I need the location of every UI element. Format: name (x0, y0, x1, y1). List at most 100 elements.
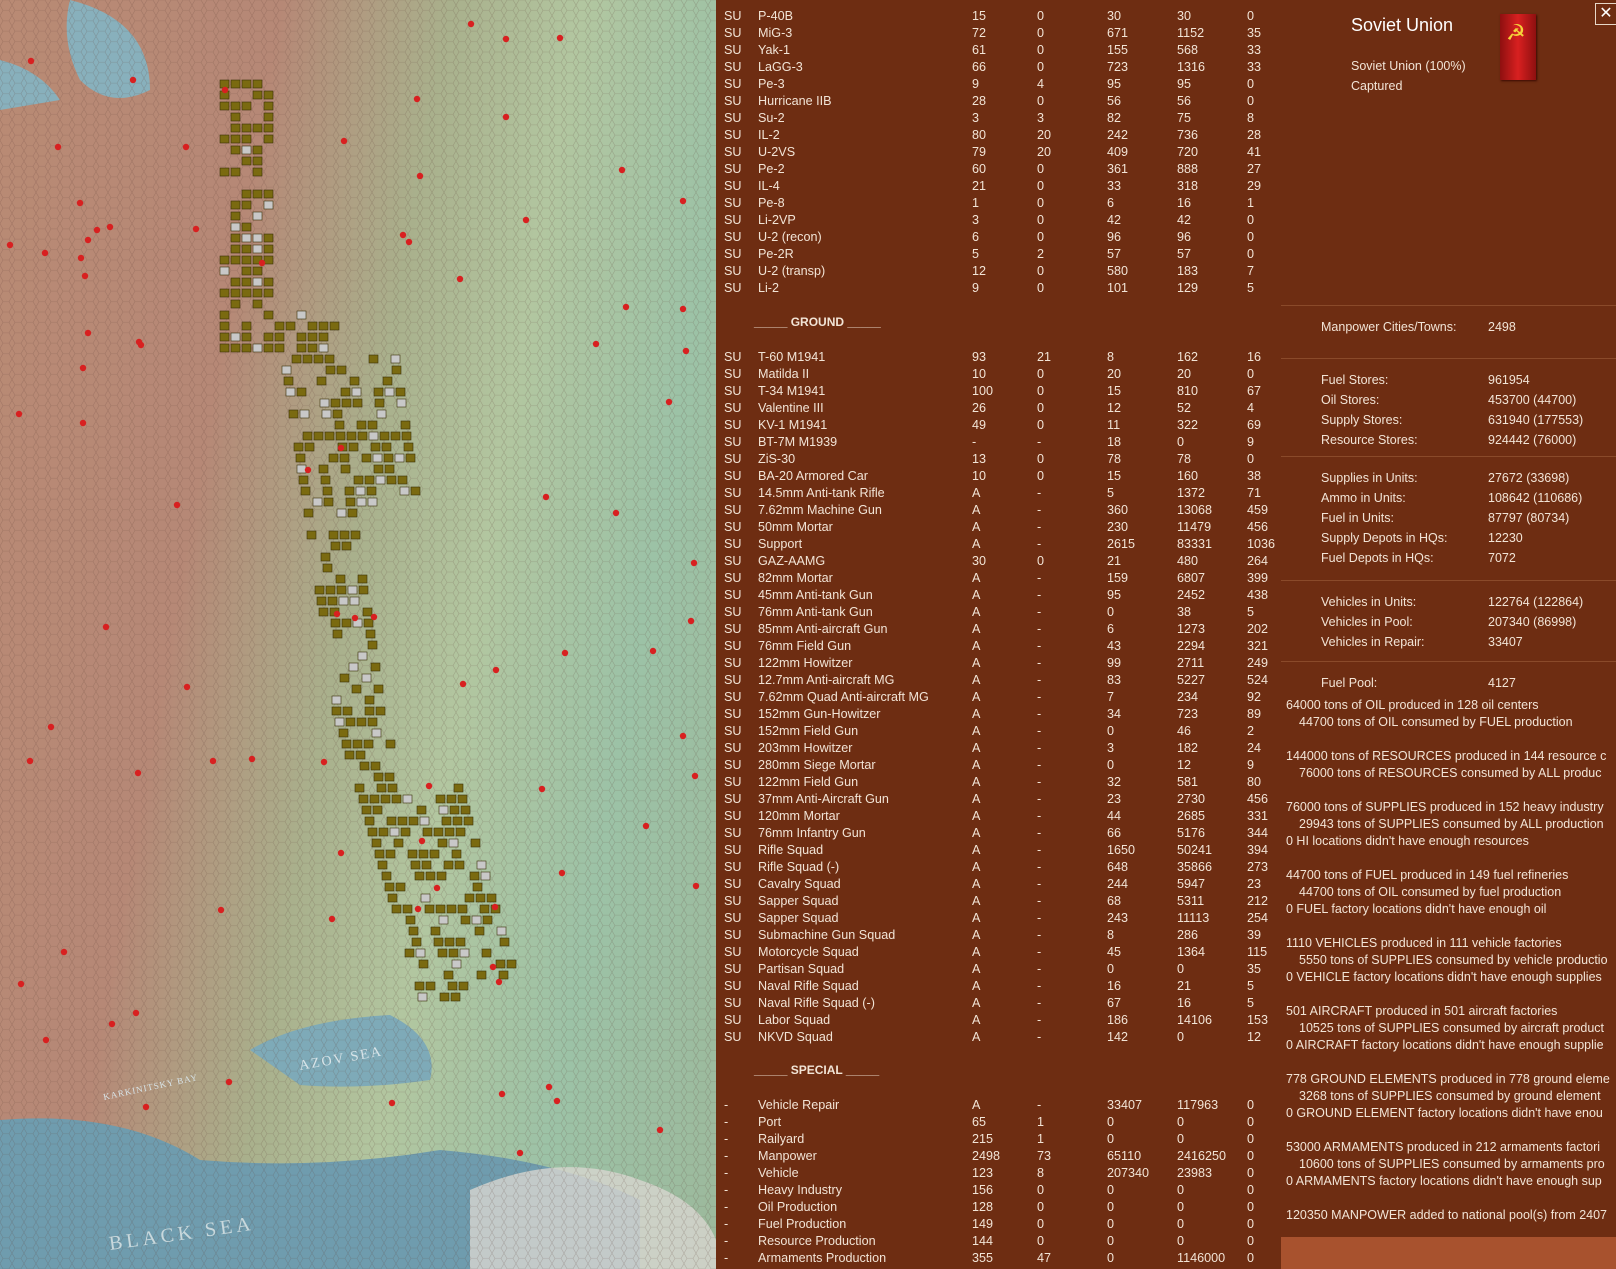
city-marker[interactable] (542, 493, 550, 501)
unit-counter[interactable] (367, 640, 378, 650)
unit-counter[interactable] (381, 871, 392, 881)
city-marker[interactable] (682, 347, 690, 355)
unit-counter[interactable] (376, 409, 387, 419)
city-marker[interactable] (556, 34, 564, 42)
unit-counter[interactable] (230, 145, 241, 155)
unit-counter[interactable] (387, 783, 398, 793)
unit-counter[interactable] (219, 343, 230, 353)
unit-counter[interactable] (469, 871, 480, 881)
unit-counter[interactable] (368, 354, 379, 364)
unit-counter[interactable] (395, 882, 406, 892)
unit-counter[interactable] (417, 992, 428, 1002)
unit-counter[interactable] (405, 453, 416, 463)
city-marker[interactable] (692, 882, 700, 890)
city-marker[interactable] (489, 963, 497, 971)
unit-counter[interactable] (219, 321, 230, 331)
unit-counter[interactable] (396, 398, 407, 408)
unit-counter[interactable] (433, 937, 444, 947)
unit-counter[interactable] (449, 805, 460, 815)
unit-counter[interactable] (285, 321, 296, 331)
unit-counter[interactable] (340, 464, 351, 474)
unit-counter[interactable] (439, 992, 450, 1002)
unit-counter[interactable] (407, 849, 418, 859)
unit-counter[interactable] (241, 222, 252, 232)
unit-counter[interactable] (387, 893, 398, 903)
city-marker[interactable] (425, 782, 433, 790)
unit-counter[interactable] (463, 816, 474, 826)
city-marker[interactable] (142, 1103, 150, 1111)
unit-counter[interactable] (358, 585, 369, 595)
unit-counter[interactable] (384, 387, 395, 397)
city-marker[interactable] (129, 76, 137, 84)
unit-counter[interactable] (263, 233, 274, 243)
unit-counter[interactable] (435, 794, 446, 804)
unit-counter[interactable] (476, 860, 487, 870)
unit-counter[interactable] (425, 871, 436, 881)
city-marker[interactable] (304, 466, 312, 474)
unit-counter[interactable] (346, 431, 357, 441)
unit-counter[interactable] (348, 662, 359, 672)
unit-counter[interactable] (450, 992, 461, 1002)
unit-counter[interactable] (401, 431, 412, 441)
unit-counter[interactable] (460, 805, 471, 815)
unit-counter[interactable] (458, 981, 469, 991)
unit-counter[interactable] (328, 530, 339, 540)
city-marker[interactable] (108, 1020, 116, 1028)
unit-counter[interactable] (377, 860, 388, 870)
city-marker[interactable] (79, 364, 87, 372)
unit-counter[interactable] (252, 288, 263, 298)
unit-counter[interactable] (263, 189, 274, 199)
city-marker[interactable] (76, 199, 84, 207)
unit-counter[interactable] (368, 431, 379, 441)
unit-counter[interactable] (241, 343, 252, 353)
unit-counter[interactable] (430, 926, 441, 936)
unit-counter[interactable] (330, 541, 341, 551)
city-marker[interactable] (405, 238, 413, 246)
unit-counter[interactable] (293, 442, 304, 452)
city-marker[interactable] (217, 906, 225, 914)
unit-counter[interactable] (422, 827, 433, 837)
unit-counter[interactable] (414, 981, 425, 991)
unit-counter[interactable] (363, 618, 374, 628)
unit-counter[interactable] (230, 112, 241, 122)
unit-counter[interactable] (371, 728, 382, 738)
unit-counter[interactable] (339, 453, 350, 463)
city-marker[interactable] (492, 666, 500, 674)
unit-counter[interactable] (420, 893, 431, 903)
city-marker[interactable] (522, 216, 530, 224)
city-marker[interactable] (209, 757, 217, 765)
unit-counter[interactable] (384, 882, 395, 892)
unit-counter[interactable] (366, 486, 377, 496)
city-marker[interactable] (27, 57, 35, 65)
unit-counter[interactable] (359, 761, 370, 771)
unit-counter[interactable] (241, 123, 252, 133)
city-marker[interactable] (433, 884, 441, 892)
unit-counter[interactable] (347, 508, 358, 518)
unit-counter[interactable] (384, 772, 395, 782)
unit-counter[interactable] (448, 948, 459, 958)
unit-counter[interactable] (397, 816, 408, 826)
unit-counter[interactable] (241, 134, 252, 144)
unit-counter[interactable] (356, 497, 367, 507)
unit-counter[interactable] (307, 343, 318, 353)
unit-counter[interactable] (299, 409, 310, 419)
unit-counter[interactable] (355, 486, 366, 496)
city-marker[interactable] (538, 785, 546, 793)
unit-counter[interactable] (372, 453, 383, 463)
unit-counter[interactable] (320, 552, 331, 562)
unit-counter[interactable] (352, 739, 363, 749)
unit-counter[interactable] (316, 596, 327, 606)
city-marker[interactable] (561, 649, 569, 657)
unit-counter[interactable] (252, 79, 263, 89)
city-marker[interactable] (77, 254, 85, 262)
unit-counter[interactable] (390, 354, 401, 364)
unit-counter[interactable] (482, 915, 493, 925)
unit-counter[interactable] (318, 343, 329, 353)
city-marker[interactable] (135, 338, 143, 346)
unit-counter[interactable] (345, 497, 356, 507)
unit-counter[interactable] (382, 376, 393, 386)
unit-counter[interactable] (230, 222, 241, 232)
map-canvas[interactable]: BLACK SEA AZOV SEA KARKINITSKY BAY (0, 0, 716, 1269)
unit-counter[interactable] (506, 959, 517, 969)
unit-counter[interactable] (288, 409, 299, 419)
